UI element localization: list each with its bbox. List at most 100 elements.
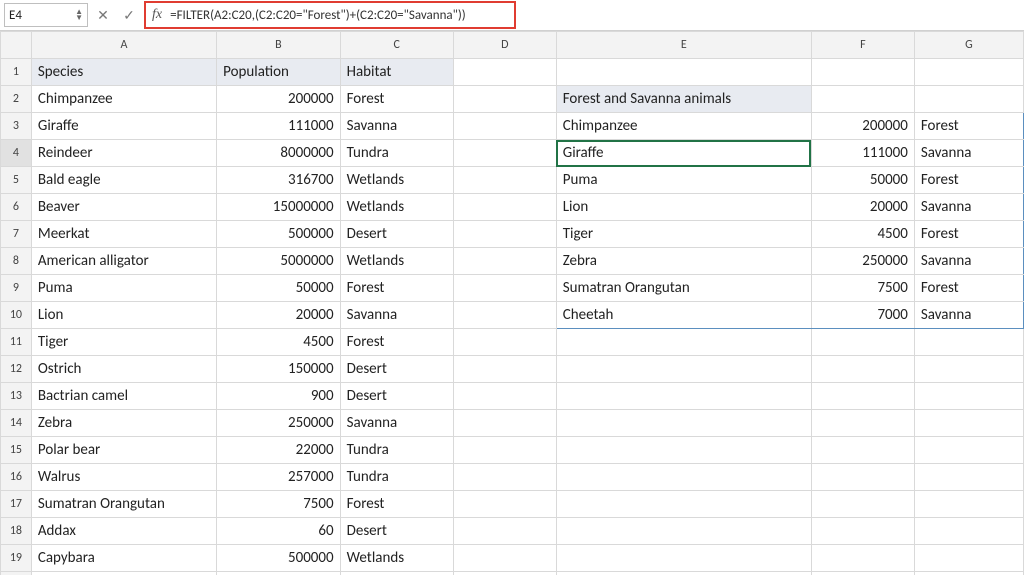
row-header[interactable]: 1 xyxy=(1,59,32,86)
cell[interactable] xyxy=(453,383,556,410)
cell[interactable] xyxy=(556,572,811,575)
cell[interactable]: 7500 xyxy=(811,275,914,302)
cell[interactable] xyxy=(914,545,1023,572)
accept-formula-button[interactable]: ✓ xyxy=(118,4,140,26)
cancel-formula-button[interactable]: ✕ xyxy=(92,4,114,26)
cell[interactable] xyxy=(811,491,914,518)
active-cell[interactable]: Giraffe xyxy=(556,140,811,167)
cell[interactable] xyxy=(914,572,1023,575)
cell[interactable]: 60 xyxy=(217,518,341,545)
spreadsheet-grid[interactable]: A B C D E F G 1 Species Population Habit… xyxy=(0,31,1024,575)
cell[interactable] xyxy=(556,59,811,86)
cell[interactable]: Species xyxy=(31,59,216,86)
cell[interactable]: 7000 xyxy=(811,302,914,329)
cell[interactable]: Savanna xyxy=(914,248,1023,275)
cell[interactable] xyxy=(453,113,556,140)
cell[interactable]: 200000 xyxy=(811,113,914,140)
row-header[interactable]: 11 xyxy=(1,329,32,356)
row-header[interactable]: 2 xyxy=(1,86,32,113)
row-header[interactable]: 9 xyxy=(1,275,32,302)
cell[interactable] xyxy=(914,464,1023,491)
name-box[interactable]: E4 ▲ ▼ xyxy=(4,3,88,27)
row-header[interactable]: 5 xyxy=(1,167,32,194)
cell[interactable]: Puma xyxy=(31,275,216,302)
cell[interactable]: Savanna xyxy=(914,194,1023,221)
row-header[interactable]: 19 xyxy=(1,545,32,572)
col-header-E[interactable]: E xyxy=(556,32,811,59)
cell[interactable]: 200000 xyxy=(217,86,341,113)
cell[interactable]: Chimpanzee xyxy=(31,86,216,113)
cell[interactable]: 20000 xyxy=(811,194,914,221)
select-all-corner[interactable] xyxy=(1,32,32,59)
cell[interactable]: Wetlands xyxy=(340,545,453,572)
cell[interactable]: Forest xyxy=(914,167,1023,194)
cell[interactable] xyxy=(453,86,556,113)
cell[interactable] xyxy=(811,545,914,572)
row-header[interactable]: 12 xyxy=(1,356,32,383)
cell[interactable]: Ostrich xyxy=(31,356,216,383)
cell[interactable] xyxy=(914,383,1023,410)
cell[interactable]: Forest xyxy=(914,221,1023,248)
cell[interactable]: Meerkat xyxy=(31,221,216,248)
cell[interactable]: Desert xyxy=(340,518,453,545)
cell[interactable]: Forest xyxy=(340,275,453,302)
cell[interactable]: 500000 xyxy=(217,221,341,248)
cell[interactable]: Beaver xyxy=(31,194,216,221)
cell[interactable]: Giraffe xyxy=(31,113,216,140)
cell[interactable]: Zebra xyxy=(556,248,811,275)
cell[interactable]: Forest xyxy=(914,275,1023,302)
cell[interactable] xyxy=(453,302,556,329)
cell[interactable] xyxy=(914,518,1023,545)
cell[interactable]: Capybara xyxy=(31,545,216,572)
cell[interactable]: Savanna xyxy=(340,302,453,329)
cell[interactable]: 7500 xyxy=(217,491,341,518)
row-header[interactable]: 15 xyxy=(1,437,32,464)
row-header[interactable]: 10 xyxy=(1,302,32,329)
cell[interactable]: 500000 xyxy=(217,545,341,572)
cell[interactable]: Desert xyxy=(340,356,453,383)
row-header[interactable]: 4 xyxy=(1,140,32,167)
cell[interactable] xyxy=(453,194,556,221)
col-header-B[interactable]: B xyxy=(217,32,341,59)
cell[interactable]: Cheetah xyxy=(31,572,216,575)
cell[interactable]: Savanna xyxy=(340,572,453,575)
cell[interactable]: Forest xyxy=(914,113,1023,140)
row-header[interactable]: 6 xyxy=(1,194,32,221)
row-header[interactable]: 16 xyxy=(1,464,32,491)
cell[interactable]: Forest xyxy=(340,329,453,356)
cell[interactable] xyxy=(453,437,556,464)
cell[interactable]: 111000 xyxy=(217,113,341,140)
cell[interactable] xyxy=(556,491,811,518)
cell[interactable]: Tiger xyxy=(31,329,216,356)
cell[interactable]: 250000 xyxy=(217,410,341,437)
cell[interactable]: Forest xyxy=(340,491,453,518)
cell[interactable]: Savanna xyxy=(914,302,1023,329)
cell[interactable]: Forest xyxy=(340,86,453,113)
cell[interactable] xyxy=(914,491,1023,518)
cell[interactable] xyxy=(453,248,556,275)
cell[interactable] xyxy=(453,140,556,167)
cell[interactable]: Bactrian camel xyxy=(31,383,216,410)
cell[interactable]: Sumatran Orangutan xyxy=(556,275,811,302)
col-header-C[interactable]: C xyxy=(340,32,453,59)
cell[interactable] xyxy=(556,437,811,464)
col-header-A[interactable]: A xyxy=(31,32,216,59)
cell[interactable] xyxy=(811,572,914,575)
cell[interactable]: Sumatran Orangutan xyxy=(31,491,216,518)
cell[interactable] xyxy=(453,545,556,572)
cell[interactable]: Savanna xyxy=(914,140,1023,167)
cell[interactable]: 50000 xyxy=(217,275,341,302)
cell[interactable]: Polar bear xyxy=(31,437,216,464)
cell[interactable]: Reindeer xyxy=(31,140,216,167)
cell[interactable] xyxy=(556,329,811,356)
name-box-stepper[interactable]: ▲ ▼ xyxy=(75,9,83,21)
cell[interactable] xyxy=(914,86,1023,113)
cell[interactable]: Addax xyxy=(31,518,216,545)
cell[interactable]: Walrus xyxy=(31,464,216,491)
cell[interactable]: Forest and Savanna animals xyxy=(556,86,811,113)
cell[interactable] xyxy=(556,545,811,572)
cell[interactable]: 111000 xyxy=(811,140,914,167)
cell[interactable]: 8000000 xyxy=(217,140,341,167)
cell[interactable]: Puma xyxy=(556,167,811,194)
row-header[interactable]: 20 xyxy=(1,572,32,575)
